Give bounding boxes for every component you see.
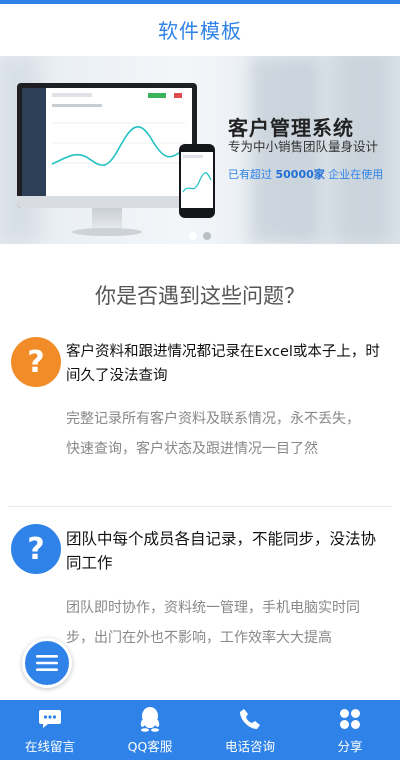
carousel-dot-1[interactable] bbox=[189, 232, 197, 240]
nav-message[interactable]: 在线留言 bbox=[0, 700, 100, 760]
bottom-nav: 在线留言 QQ客服 电话咨询 分享 bbox=[0, 700, 400, 760]
banner-subtitle: 专为中小销售团队量身设计 bbox=[228, 139, 379, 154]
problem-description: 团队即时协作，资料统一管理，手机电脑实时同步，出门在外也不影响，工作效率大大提高 bbox=[66, 600, 360, 646]
banner-carousel[interactable]: 客户管理系统 专为中小销售团队量身设计 已有超过 50000家 企业在使用 bbox=[0, 56, 400, 244]
banner-note: 已有超过 50000家 企业在使用 bbox=[228, 168, 384, 181]
chat-icon bbox=[37, 706, 63, 732]
question-icon: ? bbox=[11, 524, 61, 574]
carousel-dot-2[interactable] bbox=[203, 232, 211, 240]
problem-description: 完整记录所有客户资料及联系情况，永不丢失，快速查询，客户状态及跟进情况一目了然 bbox=[66, 411, 360, 457]
phone-illustration bbox=[179, 144, 215, 218]
nav-label: 分享 bbox=[337, 738, 363, 754]
problems-title: 你是否遇到这些问题？ bbox=[95, 284, 305, 308]
monitor-illustration bbox=[17, 83, 197, 208]
divider bbox=[8, 506, 392, 507]
line-chart-illustration bbox=[51, 93, 187, 167]
problem-heading: 客户资料和跟进情况都记录在Excel或本子上，时间久了没法查询 bbox=[66, 344, 380, 384]
question-icon: ? bbox=[11, 337, 61, 387]
nav-label: 在线留言 bbox=[24, 738, 75, 754]
customer-count: 50000家 bbox=[275, 168, 325, 181]
floating-menu-button[interactable] bbox=[22, 638, 72, 688]
page-title: 软件模板 bbox=[158, 18, 242, 43]
qq-icon bbox=[137, 706, 163, 732]
share-grid-icon bbox=[337, 706, 363, 732]
problem-heading: 团队中每个成员各自记录，不能同步，没法协同工作 bbox=[66, 530, 377, 572]
phone-icon bbox=[237, 706, 263, 732]
menu-icon bbox=[36, 655, 58, 671]
nav-qq[interactable]: QQ客服 bbox=[100, 700, 200, 760]
nav-label: 电话咨询 bbox=[224, 738, 275, 754]
app-header: 软件模板 bbox=[0, 4, 400, 54]
nav-share[interactable]: 分享 bbox=[300, 700, 400, 760]
nav-label: QQ客服 bbox=[127, 738, 173, 754]
nav-phone[interactable]: 电话咨询 bbox=[200, 700, 300, 760]
